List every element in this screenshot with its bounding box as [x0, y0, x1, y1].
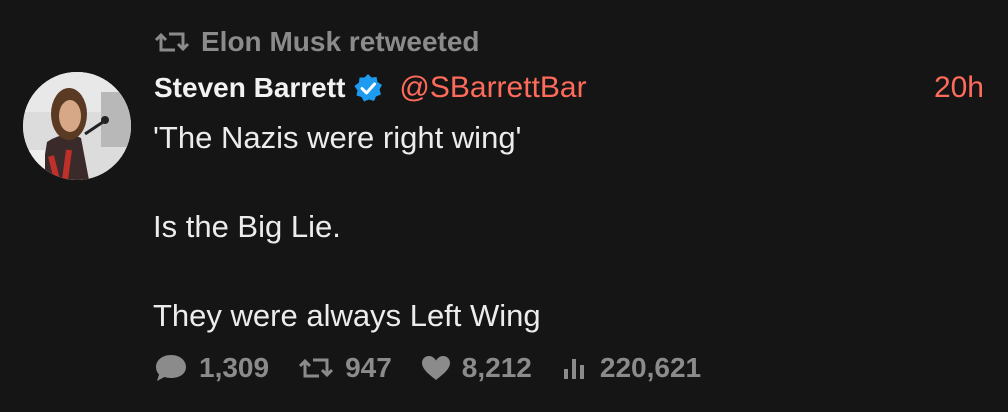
views-button[interactable]: 220,621 [560, 352, 701, 384]
view-count: 220,621 [599, 352, 702, 383]
views-chart-icon [563, 359, 584, 379]
reply-button[interactable]: 1,309 [153, 352, 269, 384]
retweet-icon [299, 358, 334, 378]
heart-icon [421, 356, 450, 380]
reply-count: 1,309 [199, 352, 270, 383]
retweet-icon [154, 32, 190, 52]
reply-icon [156, 355, 186, 381]
retweet-button[interactable]: 947 [297, 352, 392, 384]
tweet-text: 'The Nazis were right wing' Is the Big L… [153, 116, 953, 338]
profile-photo [23, 72, 131, 180]
like-button[interactable]: 8,212 [420, 352, 532, 384]
tweet-actions: 1,309 947 8,212 220,621 [153, 348, 729, 388]
tweet-line: 'The Nazis were right wing' [153, 120, 522, 155]
avatar[interactable] [23, 72, 131, 180]
author-handle[interactable]: @SBarrettBar [399, 71, 586, 105]
tweet-line: Is the Big Lie. [153, 209, 341, 244]
retweet-text[interactable]: Elon Musk retweeted [201, 26, 480, 58]
tweet-line: They were always Left Wing [153, 298, 541, 333]
retweet-context: Elon Musk retweeted [153, 24, 480, 60]
verified-badge-icon [354, 74, 383, 102]
like-count: 8,212 [461, 352, 532, 383]
retweet-count: 947 [345, 352, 392, 383]
author-name[interactable]: Steven Barrett [154, 72, 345, 104]
tweet-header: Steven Barrett @SBarrettBar 20h [154, 68, 984, 108]
tweet-timestamp[interactable]: 20h [934, 71, 984, 105]
